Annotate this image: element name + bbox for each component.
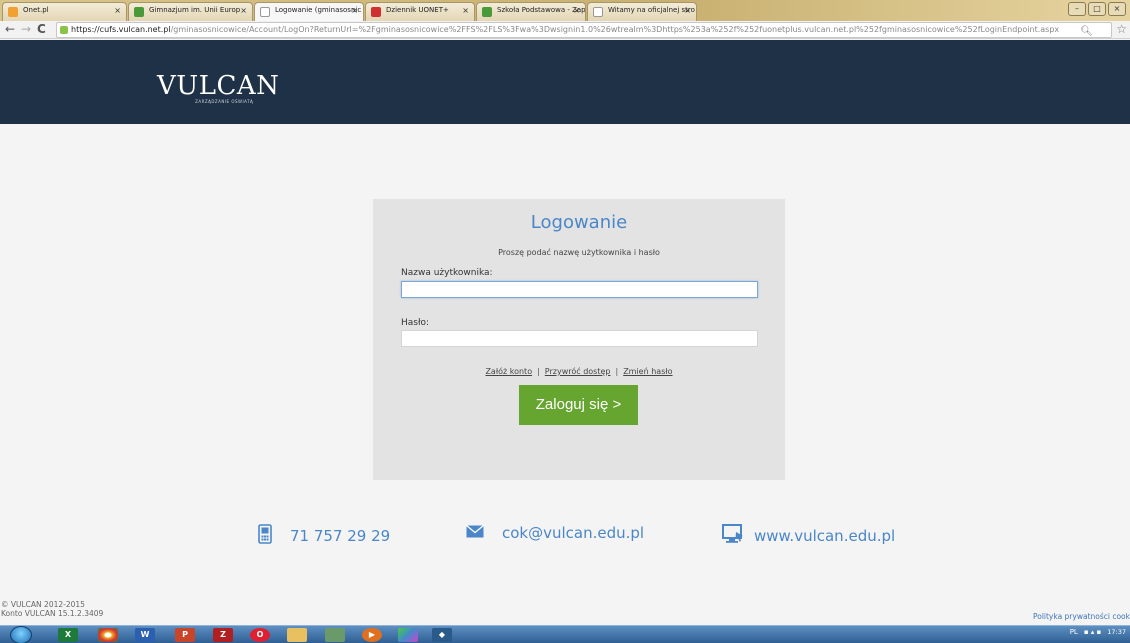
school-favicon-icon [134, 7, 144, 17]
filezilla-icon[interactable]: Z [213, 628, 233, 642]
paint-icon[interactable] [398, 628, 418, 642]
onet-favicon-icon [8, 7, 18, 17]
username-input[interactable] [401, 281, 758, 298]
browser-tab-szkola[interactable]: Szkoła Podstawowa - Zap × [476, 2, 586, 21]
contact-website: www.vulcan.edu.pl [722, 524, 895, 548]
password-input[interactable] [401, 330, 758, 347]
site-header: VULCAN ZARZĄDZANIE OŚWIATĄ [0, 40, 1130, 124]
copyright-text: © VULCAN 2012-2015 [1, 600, 85, 609]
logo-text: VULCAN [157, 71, 280, 101]
username-label: Nazwa użytkownika: [401, 268, 493, 278]
system-tray: PL ▪ ▴ ▪ 17:37 [1070, 628, 1126, 636]
phone-number: 71 757 29 29 [290, 527, 391, 545]
monitor-icon [722, 524, 744, 548]
contact-phone: 71 757 29 29 [258, 524, 390, 548]
tab-title: Onet.pl [23, 6, 49, 14]
clock-time: 17:37 [1107, 627, 1126, 636]
reload-icon[interactable]: C [37, 23, 46, 35]
change-password-link[interactable]: Zmień hasło [623, 367, 672, 376]
maximize-icon[interactable]: □ [1088, 2, 1106, 16]
login-button[interactable]: Zaloguj się > [519, 385, 638, 425]
opera-icon[interactable]: O [250, 628, 270, 642]
browser-tab-strip: Onet.pl × Gimnazjum im. Unii Europ × Log… [0, 0, 1130, 21]
browser-tab-witamy[interactable]: Witamy na oficjalnej stro × [587, 2, 697, 21]
media-icon[interactable] [325, 628, 345, 642]
chrome-icon[interactable] [98, 628, 118, 642]
url-path: /gminasosnicowice/Account/LogOn?ReturnUr… [170, 25, 1060, 34]
contact-email: cok@vulcan.edu.pl [466, 524, 644, 542]
minimize-icon[interactable]: – [1068, 2, 1086, 16]
back-arrow-icon[interactable]: ← [5, 23, 15, 35]
footer-info: © VULCAN 2012-2015 Konto VULCAN 15.1.2.3… [1, 600, 103, 618]
version-text: Konto VULCAN 15.1.2.3409 [1, 609, 104, 618]
network-icon[interactable]: ◆ [432, 628, 452, 642]
browser-tab-gimnazjum[interactable]: Gimnazjum im. Unii Europ × [128, 2, 253, 21]
vulcan-logo[interactable]: VULCAN ZARZĄDZANIE OŚWIATĄ [157, 71, 279, 104]
close-tab-icon[interactable]: × [573, 6, 580, 15]
browser-tab-onet[interactable]: Onet.pl × [2, 2, 127, 21]
explorer-icon[interactable] [287, 628, 307, 642]
website-link[interactable]: www.vulcan.edu.pl [754, 527, 895, 545]
windows-taskbar: X W P Z O ▶ ◆ PL ▪ ▴ ▪ 17:37 [0, 625, 1130, 643]
tab-title: Logowanie (gminasosnic [275, 6, 362, 14]
close-tab-icon[interactable]: × [351, 6, 358, 15]
browser-tab-logowanie[interactable]: Logowanie (gminasosnic × [254, 2, 364, 21]
powerpoint-icon[interactable]: P [175, 628, 195, 642]
forward-arrow-icon[interactable]: → [21, 23, 31, 35]
browser-tab-dziennik[interactable]: Dziennik UONET+ × [365, 2, 475, 21]
address-bar-row: ← → C https://cufs.vulcan.net.pl/gminaso… [0, 21, 1130, 39]
close-tab-icon[interactable]: × [684, 6, 691, 15]
school-favicon-icon [482, 7, 492, 17]
word-icon[interactable]: W [135, 628, 155, 642]
lock-icon [60, 26, 68, 34]
language-indicator[interactable]: PL [1070, 628, 1078, 636]
tray-icons[interactable]: ▪ ▴ ▪ [1084, 628, 1101, 636]
login-title: Logowanie [530, 212, 628, 233]
close-window-icon[interactable]: × [1108, 2, 1126, 16]
clock[interactable]: 17:37 [1107, 627, 1126, 636]
privacy-policy-link[interactable]: Polityka prywatności cook [1033, 612, 1130, 621]
page-favicon-icon [593, 7, 603, 17]
close-tab-icon[interactable]: × [114, 6, 121, 15]
phone-icon [258, 524, 272, 548]
url-host: https://cufs.vulcan.net.pl [71, 25, 171, 34]
close-tab-icon[interactable]: × [462, 6, 469, 15]
envelope-icon [466, 524, 484, 542]
tab-title: Witamy na oficjalnej stro [608, 6, 695, 14]
dziennik-favicon-icon [371, 7, 381, 17]
excel-icon[interactable]: X [58, 628, 78, 642]
tab-title: Dziennik UONET+ [386, 6, 449, 14]
login-instructions: Proszę podać nazwę użytkownika i hasło [498, 248, 660, 257]
tab-title: Gimnazjum im. Unii Europ [149, 6, 241, 14]
login-panel: Logowanie Proszę podać nazwę użytkownika… [373, 199, 785, 480]
page-favicon-icon [260, 7, 270, 17]
url-input[interactable]: https://cufs.vulcan.net.pl/gminasosnicow… [56, 22, 1112, 38]
account-links: Załóż konto | Przywróć dostęp | Zmień hasło [373, 367, 785, 376]
link-separator: | [615, 367, 619, 376]
bookmark-star-icon[interactable]: ☆ [1116, 22, 1127, 36]
create-account-link[interactable]: Załóż konto [485, 367, 532, 376]
close-tab-icon[interactable]: × [240, 6, 247, 15]
password-label: Hasło: [401, 318, 430, 328]
zoom-icon[interactable]: 🔍︎ [1080, 25, 1093, 37]
link-separator: | [537, 367, 540, 376]
email-link[interactable]: cok@vulcan.edu.pl [502, 524, 644, 542]
window-controls: – □ × [1068, 2, 1126, 16]
player-icon[interactable]: ▶ [362, 628, 382, 642]
start-button-icon[interactable] [10, 626, 32, 643]
restore-access-link[interactable]: Przywróć dostęp [545, 367, 611, 376]
